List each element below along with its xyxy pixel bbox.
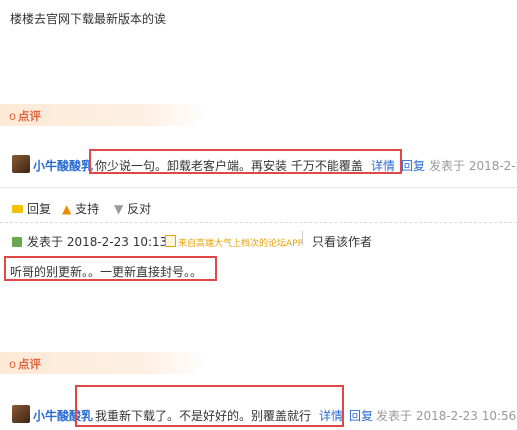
comment-text: 我重新下载了。不是好好的。别覆盖就行: [95, 409, 312, 423]
post-text-top: 楼楼去官网下载最新版本的诶: [10, 12, 167, 26]
post-icon: [12, 237, 22, 247]
rating-label: 点评: [18, 357, 42, 371]
rating-header: o 点评: [0, 352, 208, 374]
divider: [0, 222, 517, 223]
rating-icon: o: [9, 109, 17, 123]
rating-header: o 点评: [0, 104, 208, 126]
support-action[interactable]: ▲ 支持: [62, 200, 99, 217]
comment-username[interactable]: 小牛酸酸乳: [33, 157, 93, 174]
reply-action[interactable]: 回复: [12, 200, 51, 217]
detail-link[interactable]: 详情: [371, 157, 395, 174]
rating-label: 点评: [18, 109, 42, 123]
post-text: 听哥的别更新。。一更新直接封号。。: [10, 265, 203, 279]
comment-text: 你少说一句。卸载老客户端。再安装 千万不能覆盖: [95, 159, 363, 173]
reply-icon: [12, 205, 23, 213]
author-only-link[interactable]: 只看该作者: [312, 233, 372, 250]
thumb-down-icon: ▼: [114, 202, 124, 216]
reply-link[interactable]: 回复: [401, 157, 425, 174]
avatar[interactable]: [12, 155, 30, 173]
comment-timestamp: 发表于 2018-2-2: [429, 159, 517, 173]
thumb-up-icon: ▲: [62, 202, 72, 216]
app-source[interactable]: 来自高端大气上档次的论坛APP: [165, 235, 303, 249]
oppose-action[interactable]: ▼ 反对: [114, 200, 151, 217]
mobile-icon: [165, 235, 176, 247]
detail-link[interactable]: 详情: [319, 407, 343, 424]
avatar[interactable]: [12, 405, 30, 423]
post-header: 发表于 2018-2-23 10:13: [12, 233, 167, 250]
reply-link[interactable]: 回复: [349, 407, 373, 424]
comment-timestamp: 发表于 2018-2-23 10:56: [376, 409, 517, 423]
post-timestamp: 发表于 2018-2-23 10:13: [27, 235, 168, 249]
divider: [0, 187, 517, 188]
rating-icon: o: [9, 357, 17, 371]
divider: [302, 231, 303, 245]
